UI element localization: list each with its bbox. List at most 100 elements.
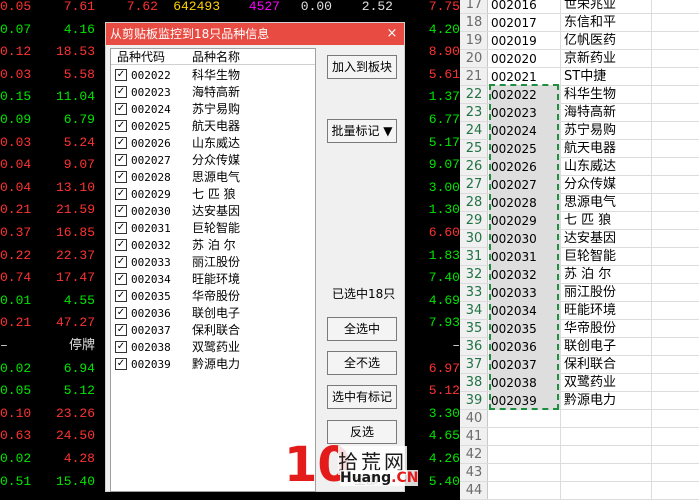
sheet-row[interactable]: 17 002016 世荣兆业 [460,0,699,14]
item-checkbox[interactable]: ✓ [115,324,127,336]
invert-selection-button[interactable]: 反选 [327,420,397,444]
code-cell[interactable]: 002026 [489,158,561,176]
list-item[interactable]: ✓ 002025 航天电器 [111,118,315,135]
list-item[interactable]: ✓ 002030 达安基因 [111,203,315,220]
code-cell[interactable]: 002020 [489,50,561,68]
row-number[interactable]: 21 [460,68,488,86]
list-item[interactable]: ✓ 002037 保利联合 [111,322,315,339]
item-checkbox[interactable]: ✓ [115,273,127,285]
item-checkbox[interactable]: ✓ [115,205,127,217]
item-checkbox[interactable]: ✓ [115,103,127,115]
row-number[interactable]: 22 [460,86,488,104]
row-number[interactable]: 44 [460,482,488,500]
row-number[interactable]: 30 [460,230,488,248]
name-cell[interactable]: 旺能环境 [562,302,652,320]
name-cell[interactable]: 保利联合 [562,356,652,374]
batch-mark-button[interactable]: 批量标记 ▼ [327,119,397,143]
sheet-row[interactable]: 39 002039 黔源电力 [460,392,699,410]
item-checkbox[interactable]: ✓ [115,86,127,98]
name-cell[interactable] [562,410,652,428]
code-cell[interactable]: 002025 [489,140,561,158]
row-number[interactable]: 32 [460,266,488,284]
sheet-row[interactable]: 26 002026 山东威达 [460,158,699,176]
sheet-row[interactable]: 25 002025 航天电器 [460,140,699,158]
row-number[interactable]: 18 [460,14,488,32]
list-item[interactable]: ✓ 002023 海特高新 [111,84,315,101]
add-to-block-button[interactable]: 加入到板块 [327,55,397,79]
row-number[interactable]: 25 [460,140,488,158]
row-number[interactable]: 28 [460,194,488,212]
list-item[interactable]: ✓ 002027 分众传媒 [111,152,315,169]
item-checkbox[interactable]: ✓ [115,358,127,370]
sheet-row[interactable]: 42 [460,446,699,464]
excel-sheet[interactable]: 17 002016 世荣兆业 18 002017 东信和平 19 002019 亿帆医药 20 00… [460,0,699,500]
item-checkbox[interactable]: ✓ [115,154,127,166]
list-item[interactable]: ✓ 002034 旺能环境 [111,271,315,288]
row-number[interactable]: 24 [460,122,488,140]
code-cell[interactable] [489,410,561,428]
name-cell[interactable]: 世荣兆业 [562,0,652,14]
sheet-row[interactable]: 43 [460,464,699,482]
name-cell[interactable]: 苏宁易购 [562,122,652,140]
row-number[interactable]: 35 [460,320,488,338]
row-number[interactable]: 38 [460,374,488,392]
code-cell[interactable] [489,482,561,500]
code-cell[interactable]: 002030 [489,230,561,248]
list-item[interactable]: ✓ 002036 联创电子 [111,305,315,322]
stock-list[interactable]: 品种代码 品种名称 ✓ 002022 科华生物 ✓ 002023 海特高新 ✓ 002024 苏… [110,48,316,492]
code-cell[interactable]: 002037 [489,356,561,374]
code-cell[interactable]: 002027 [489,176,561,194]
name-cell[interactable]: 京新药业 [562,50,652,68]
row-number[interactable]: 43 [460,464,488,482]
name-cell[interactable]: 七 匹 狼 [562,212,652,230]
row-number[interactable]: 23 [460,104,488,122]
name-cell[interactable]: 思源电气 [562,194,652,212]
list-item[interactable]: ✓ 002029 七 匹 狼 [111,186,315,203]
name-cell[interactable]: 海特高新 [562,104,652,122]
sheet-row[interactable]: 23 002023 海特高新 [460,104,699,122]
item-checkbox[interactable]: ✓ [115,171,127,183]
row-number[interactable]: 29 [460,212,488,230]
item-checkbox[interactable]: ✓ [115,256,127,268]
name-cell[interactable]: 丽江股份 [562,284,652,302]
code-cell[interactable] [489,446,561,464]
name-cell[interactable] [562,482,652,500]
close-icon[interactable]: × [384,25,400,43]
row-number[interactable]: 27 [460,176,488,194]
row-number[interactable]: 39 [460,392,488,410]
row-number[interactable]: 17 [460,0,488,14]
code-cell[interactable]: 002023 [489,104,561,122]
row-number[interactable]: 33 [460,284,488,302]
sheet-row[interactable]: 30 002030 达安基因 [460,230,699,248]
code-cell[interactable]: 002024 [489,122,561,140]
sheet-row[interactable]: 29 002029 七 匹 狼 [460,212,699,230]
sheet-row[interactable]: 44 [460,482,699,500]
sheet-row[interactable]: 40 [460,410,699,428]
name-cell[interactable] [562,428,652,446]
row-number[interactable]: 36 [460,338,488,356]
name-cell[interactable]: 东信和平 [562,14,652,32]
list-item[interactable]: ✓ 002022 科华生物 [111,67,315,84]
select-all-button[interactable]: 全选中 [327,317,397,341]
sheet-row[interactable]: 27 002027 分众传媒 [460,176,699,194]
name-cell[interactable] [562,464,652,482]
code-cell[interactable]: 002031 [489,248,561,266]
name-cell[interactable] [562,446,652,464]
code-cell[interactable]: 002017 [489,14,561,32]
name-cell[interactable]: 山东威达 [562,158,652,176]
item-checkbox[interactable]: ✓ [115,222,127,234]
name-cell[interactable]: ST中捷 [562,68,652,86]
code-cell[interactable]: 002034 [489,302,561,320]
name-cell[interactable]: 华帝股份 [562,320,652,338]
name-cell[interactable]: 达安基因 [562,230,652,248]
name-cell[interactable]: 亿帆医药 [562,32,652,50]
name-cell[interactable]: 黔源电力 [562,392,652,410]
list-item[interactable]: ✓ 002024 苏宁易购 [111,101,315,118]
sheet-row[interactable]: 38 002038 双鹭药业 [460,374,699,392]
item-checkbox[interactable]: ✓ [115,137,127,149]
row-number[interactable]: 26 [460,158,488,176]
row-number[interactable]: 40 [460,410,488,428]
sheet-row[interactable]: 35 002035 华帝股份 [460,320,699,338]
list-item[interactable]: ✓ 002035 华帝股份 [111,288,315,305]
list-item[interactable]: ✓ 002031 巨轮智能 [111,220,315,237]
